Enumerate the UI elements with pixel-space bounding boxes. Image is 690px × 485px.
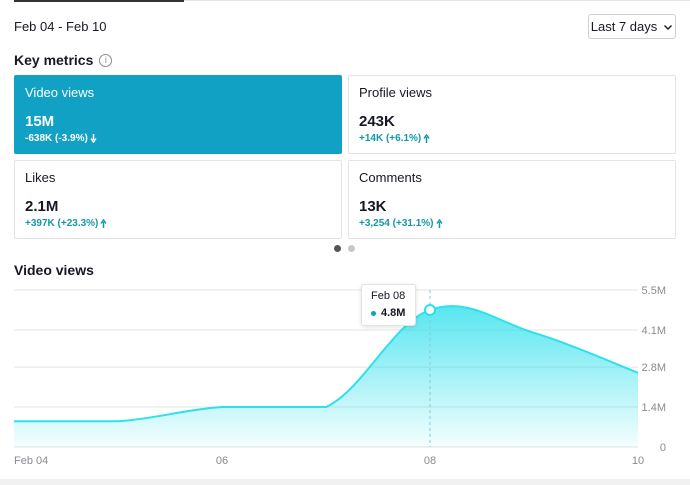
period-dropdown[interactable]: Last 7 days [588,14,676,39]
metric-delta-text: -638K (-3.9%) [25,133,88,144]
metric-label: Video views [25,85,95,100]
key-metrics-heading: Key metrics i [14,52,113,68]
tooltip-date: Feb 08 [371,290,406,302]
x-tick-label: Feb 04 [14,455,48,467]
metric-label: Profile views [359,85,432,100]
video-views-heading: Video views [14,262,94,278]
x-tick-label: 06 [216,455,228,467]
pagination-dot[interactable] [334,245,341,252]
pagination-dot[interactable] [348,245,355,252]
active-tab-indicator [14,0,184,2]
arrow-up-icon [100,219,108,228]
y-tick-label: 4.1M [642,325,666,337]
metric-card-video-views[interactable]: Video views 15M -638K (-3.9%) [14,75,342,154]
bottom-divider [0,479,690,485]
y-tick-label: 2.8M [642,362,666,374]
metric-label: Likes [25,170,56,185]
info-icon[interactable]: i [99,53,113,67]
tooltip-value-row: 4.8M [371,307,406,319]
chevron-down-icon [664,24,673,30]
period-dropdown-label: Last 7 days [590,19,658,34]
video-views-title: Video views [14,262,94,278]
x-tick-label: 08 [424,455,436,467]
divider [184,0,690,1]
key-metrics-title: Key metrics [14,52,94,68]
arrow-up-icon [435,219,443,228]
chart-highlight-point[interactable] [424,303,436,316]
chart-area-fill [14,306,638,447]
arrow-up-icon [423,134,430,143]
metric-delta-text: +3,254 (+31.1%) [359,218,434,229]
metric-card-comments[interactable]: Comments 13K +3,254 (+31.1%) [348,160,676,239]
metric-delta: +397K (+23.3%) [25,218,331,229]
metric-value: 2.1M [25,198,59,215]
y-tick-label: 5.5M [642,285,666,297]
y-tick-label: 0 [660,442,666,454]
series-dot-icon [371,310,376,316]
metric-label: Comments [359,170,422,185]
chart-tooltip: Feb 08 4.8M [361,284,416,326]
metric-delta: +14K (+6.1%) [359,133,665,144]
metric-value: 243K [359,113,395,130]
metric-card-profile-views[interactable]: Profile views 243K +14K (+6.1%) [348,75,676,154]
metric-card-likes[interactable]: Likes 2.1M +397K (+23.3%) [14,160,342,239]
tooltip-value: 4.8M [381,307,406,319]
metric-delta-text: +397K (+23.3%) [25,218,99,229]
metric-value: 15M [25,113,55,130]
metric-delta-text: +14K (+6.1%) [359,133,422,144]
video-views-chart[interactable]: 0 1.4M 2.8M 4.1M 5.5M Feb 04 06 08 10 [0,280,690,475]
metric-value: 13K [359,198,387,215]
x-tick-label: 10 [632,455,644,467]
date-range-text: Feb 04 - Feb 10 [14,19,107,34]
y-tick-label: 1.4M [642,402,666,414]
metric-delta: -638K (-3.9%) [25,133,331,144]
carousel-pagination [334,245,355,252]
metric-delta: +3,254 (+31.1%) [359,218,665,229]
arrow-down-icon [90,134,97,143]
